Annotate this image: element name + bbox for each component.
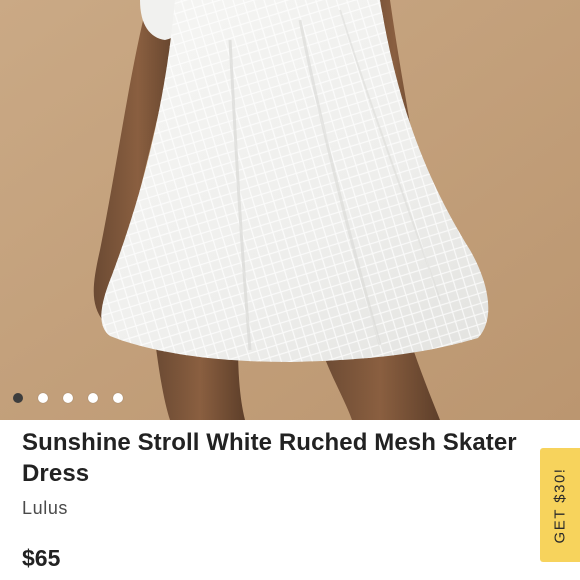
promo-tab[interactable]: GET $30! [540,448,580,562]
carousel-dot-3[interactable] [63,393,73,403]
carousel-dot-5[interactable] [113,393,123,403]
carousel-dot-4[interactable] [88,393,98,403]
carousel-dot-1[interactable] [13,393,23,403]
product-title: Sunshine Stroll White Ruched Mesh Skater… [22,429,517,487]
product-brand[interactable]: Lulus [22,498,542,519]
product-price: $65 [22,545,61,571]
dress-illustration [0,0,580,420]
carousel-indicator [13,393,123,403]
product-info: Sunshine Stroll White Ruched Mesh Skater… [22,427,542,519]
promo-label: GET $30! [551,467,569,543]
product-image[interactable] [0,0,580,420]
carousel-dot-2[interactable] [38,393,48,403]
